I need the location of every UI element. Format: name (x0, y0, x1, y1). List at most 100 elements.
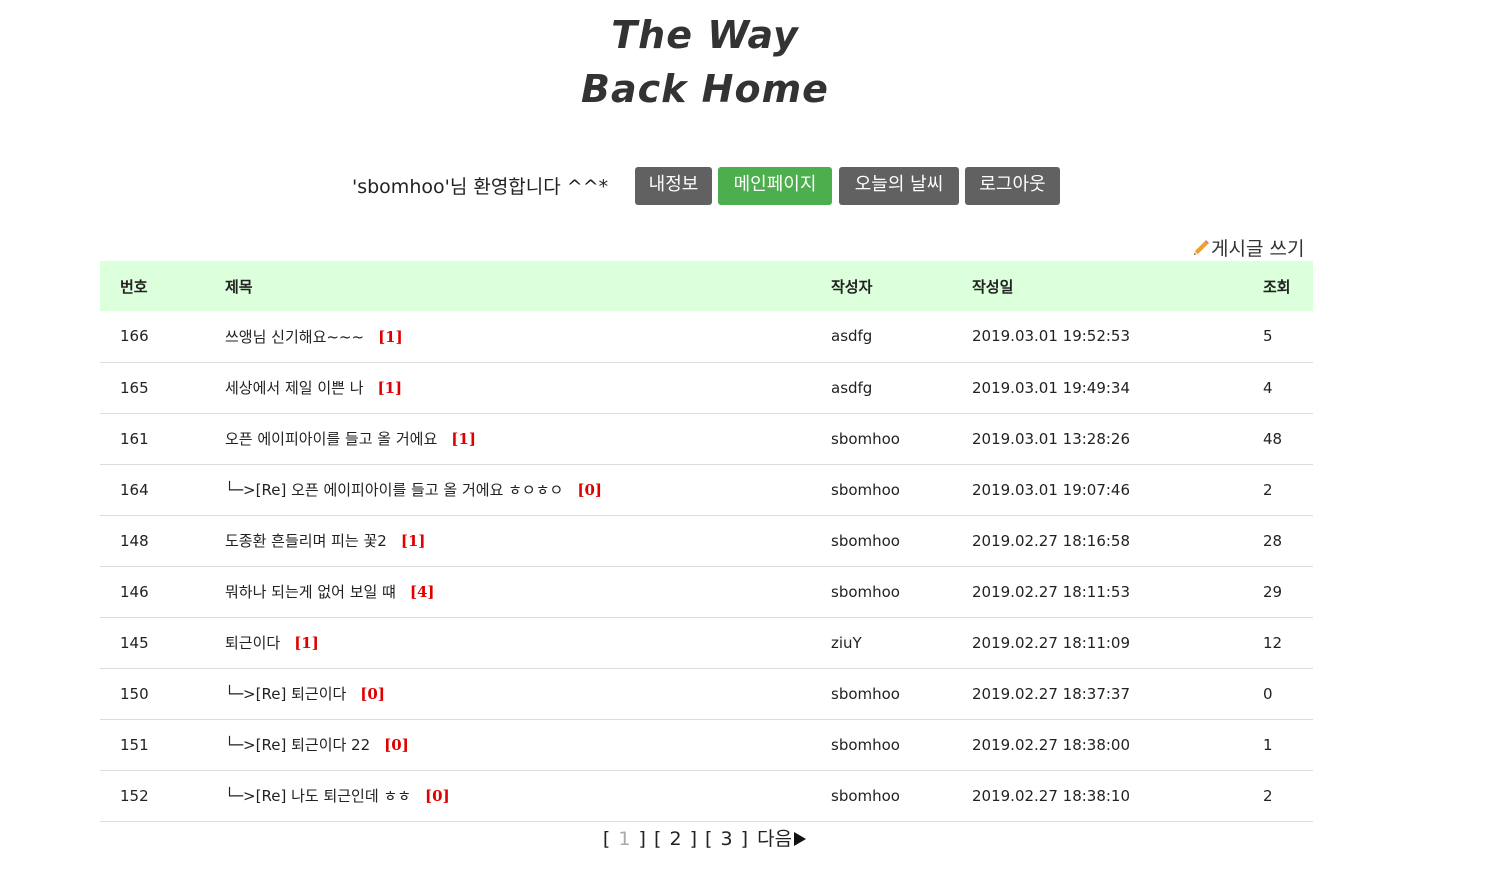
today-weather-button[interactable]: 오늘의 날씨 (839, 167, 959, 205)
site-title-line1: The Way (611, 13, 799, 57)
comment-count: [0] (425, 787, 450, 805)
post-title-link[interactable]: 세상에서 제일 이쁜 나 (225, 379, 364, 397)
comment-count: [1] (294, 634, 319, 652)
post-title-link[interactable]: 쓰앵님 신기해요~~~ (225, 328, 364, 346)
post-title-cell: 뭐하나 되는게 없어 보일 떄 [4] (225, 566, 831, 617)
write-post-link[interactable]: 게시글 쓰기 (1191, 234, 1304, 261)
post-writer: sbomhoo (831, 786, 900, 805)
table-row: 146 뭐하나 되는게 없어 보일 떄 [4] sbomhoo 2019.02.27 1… (100, 566, 1313, 617)
post-date: 2019.02.27 18:11:53 (972, 582, 1131, 601)
user-bar: 'sbomhoo'님 환영합니다 ^^* 내정보 메인페이지 오늘의 날씨 로그… (0, 167, 1491, 205)
post-date: 2019.03.01 19:07:46 (972, 480, 1131, 499)
post-writer: ziuY (831, 633, 862, 652)
post-views: 5 (1263, 327, 1273, 346)
table-row: 166 쓰앵님 신기해요~~~ [1] asdfg 2019.03.01 19:52:5… (100, 311, 1313, 362)
comment-count: [1] (400, 532, 426, 550)
post-writer: sbomhoo (831, 480, 900, 499)
post-date: 2019.02.27 18:16:58 (972, 531, 1131, 550)
post-title-cell: 세상에서 제일 이쁜 나 [1] (225, 362, 831, 413)
comment-count: [4] (409, 583, 435, 601)
post-views: 4 (1263, 378, 1273, 397)
pagination: [ 1 ] [ 2 ] [ 3 ] 다음 (0, 824, 1410, 851)
next-page-link[interactable]: 다음 (756, 828, 807, 850)
post-date: 2019.02.27 18:38:10 (972, 786, 1131, 805)
post-writer: asdfg (831, 378, 873, 397)
table-row: 152 └─>[Re] 나도 퇴근인데 ㅎㅎ [0] sbomhoo 2019.02.2… (100, 770, 1313, 821)
reply-arrow: └─> (225, 787, 256, 805)
post-views: 2 (1263, 480, 1273, 499)
post-title-link[interactable]: 오픈 에이피아이를 들고 올 거에요 (225, 430, 437, 448)
table-row: 164 └─>[Re] 오픈 에이피아이를 들고 올 거에요 ㅎㅇㅎㅇ [0] sbo… (100, 464, 1313, 515)
post-title-cell: └─>[Re] 퇴근이다 22 [0] (225, 719, 831, 770)
post-title-link[interactable]: [Re] 퇴근이다 (256, 685, 347, 703)
site-title: The Way Back Home (555, 8, 855, 116)
post-writer: sbomhoo (831, 429, 900, 448)
post-views: 0 (1263, 684, 1273, 703)
post-date: 2019.02.27 18:38:00 (972, 735, 1131, 754)
post-number: 152 (120, 786, 149, 805)
comment-count: [0] (577, 481, 602, 499)
post-date: 2019.03.01 13:28:26 (972, 429, 1131, 448)
col-header-title: 제목 (225, 277, 253, 296)
my-info-button[interactable]: 내정보 (635, 167, 712, 205)
post-title-link[interactable]: [Re] 나도 퇴근인데 ㅎㅎ (256, 787, 411, 805)
post-title-cell: 오픈 에이피아이를 들고 올 거에요 [1] (225, 413, 831, 464)
post-title-link[interactable]: [Re] 오픈 에이피아이를 들고 올 거에요 ㅎㅇㅎㅇ (256, 481, 564, 499)
col-header-writer: 작성자 (831, 277, 873, 296)
post-title-link[interactable]: 퇴근이다 (225, 634, 280, 652)
reply-arrow: └─> (225, 685, 256, 703)
post-writer: sbomhoo (831, 735, 900, 754)
post-title-cell: └─>[Re] 나도 퇴근인데 ㅎㅎ [0] (225, 770, 831, 821)
post-date: 2019.03.01 19:49:34 (972, 378, 1131, 397)
logout-button[interactable]: 로그아웃 (965, 167, 1060, 205)
post-views: 1 (1263, 735, 1273, 754)
post-number: 164 (120, 480, 149, 499)
comment-count: [1] (378, 327, 403, 346)
post-number: 148 (120, 531, 149, 550)
post-title-link[interactable]: 뭐하나 되는게 없어 보일 떄 (225, 583, 396, 601)
table-row: 161 오픈 에이피아이를 들고 올 거에요 [1] sbomhoo 2019.03.0… (100, 413, 1313, 464)
post-title-link[interactable]: [Re] 퇴근이다 22 (256, 736, 371, 754)
col-header-date: 작성일 (972, 277, 1014, 296)
comment-count: [1] (451, 430, 476, 448)
write-post-label: 게시글 쓰기 (1211, 238, 1305, 260)
post-title-cell: └─>[Re] 퇴근이다 [0] (225, 668, 831, 719)
post-number: 145 (120, 633, 149, 652)
post-views: 29 (1263, 582, 1283, 601)
post-views: 12 (1263, 633, 1283, 652)
post-title-cell: 도종환 흔들리며 피는 꽃2 [1] (225, 515, 831, 566)
post-date: 2019.02.27 18:37:37 (972, 684, 1131, 703)
post-number: 165 (120, 378, 149, 397)
post-views: 2 (1263, 786, 1273, 805)
table-row: 148 도종환 흔들리며 피는 꽃2 [1] sbomhoo 2019.02.27 18… (100, 515, 1313, 566)
triangle-right-icon (794, 832, 807, 846)
post-title-link[interactable]: 도종환 흔들리며 피는 꽃2 (225, 532, 387, 550)
page-1-current: 1 (618, 828, 631, 850)
post-writer: sbomhoo (831, 684, 900, 703)
table-row: 150 └─>[Re] 퇴근이다 [0] sbomhoo 2019.02.27 18:3… (100, 668, 1313, 719)
comment-count: [0] (360, 685, 385, 703)
post-writer: sbomhoo (831, 531, 900, 550)
post-writer: sbomhoo (831, 582, 900, 601)
page-3-link[interactable]: 3 (721, 828, 733, 850)
post-views: 48 (1263, 429, 1283, 448)
page-2-link[interactable]: 2 (669, 828, 681, 850)
pencil-icon (1191, 238, 1211, 258)
site-title-line2: Back Home (581, 67, 829, 111)
col-header-views: 조회 (1263, 277, 1291, 296)
reply-arrow: └─> (225, 481, 256, 499)
post-writer: asdfg (831, 327, 873, 346)
welcome-message: 'sbomhoo'님 환영합니다 ^^* (352, 176, 609, 198)
post-number: 166 (120, 327, 149, 346)
table-row: 145 퇴근이다 [1] ziuY 2019.02.27 18:11:09 12 (100, 617, 1313, 668)
col-header-number: 번호 (120, 277, 148, 296)
board-table: 번호 제목 작성자 작성일 조회 166 쓰앵님 신기해요~~~ [1] asdfg 2… (100, 261, 1313, 822)
post-number: 161 (120, 429, 149, 448)
post-title-cell: └─>[Re] 오픈 에이피아이를 들고 올 거에요 ㅎㅇㅎㅇ [0] (225, 464, 831, 515)
post-title-cell: 쓰앵님 신기해요~~~ [1] (225, 311, 831, 362)
main-page-button[interactable]: 메인페이지 (718, 167, 832, 205)
post-date: 2019.02.27 18:11:09 (972, 633, 1131, 652)
table-header-row: 번호 제목 작성자 작성일 조회 (100, 261, 1313, 311)
next-label: 다음 (757, 828, 793, 850)
post-number: 146 (120, 582, 149, 601)
